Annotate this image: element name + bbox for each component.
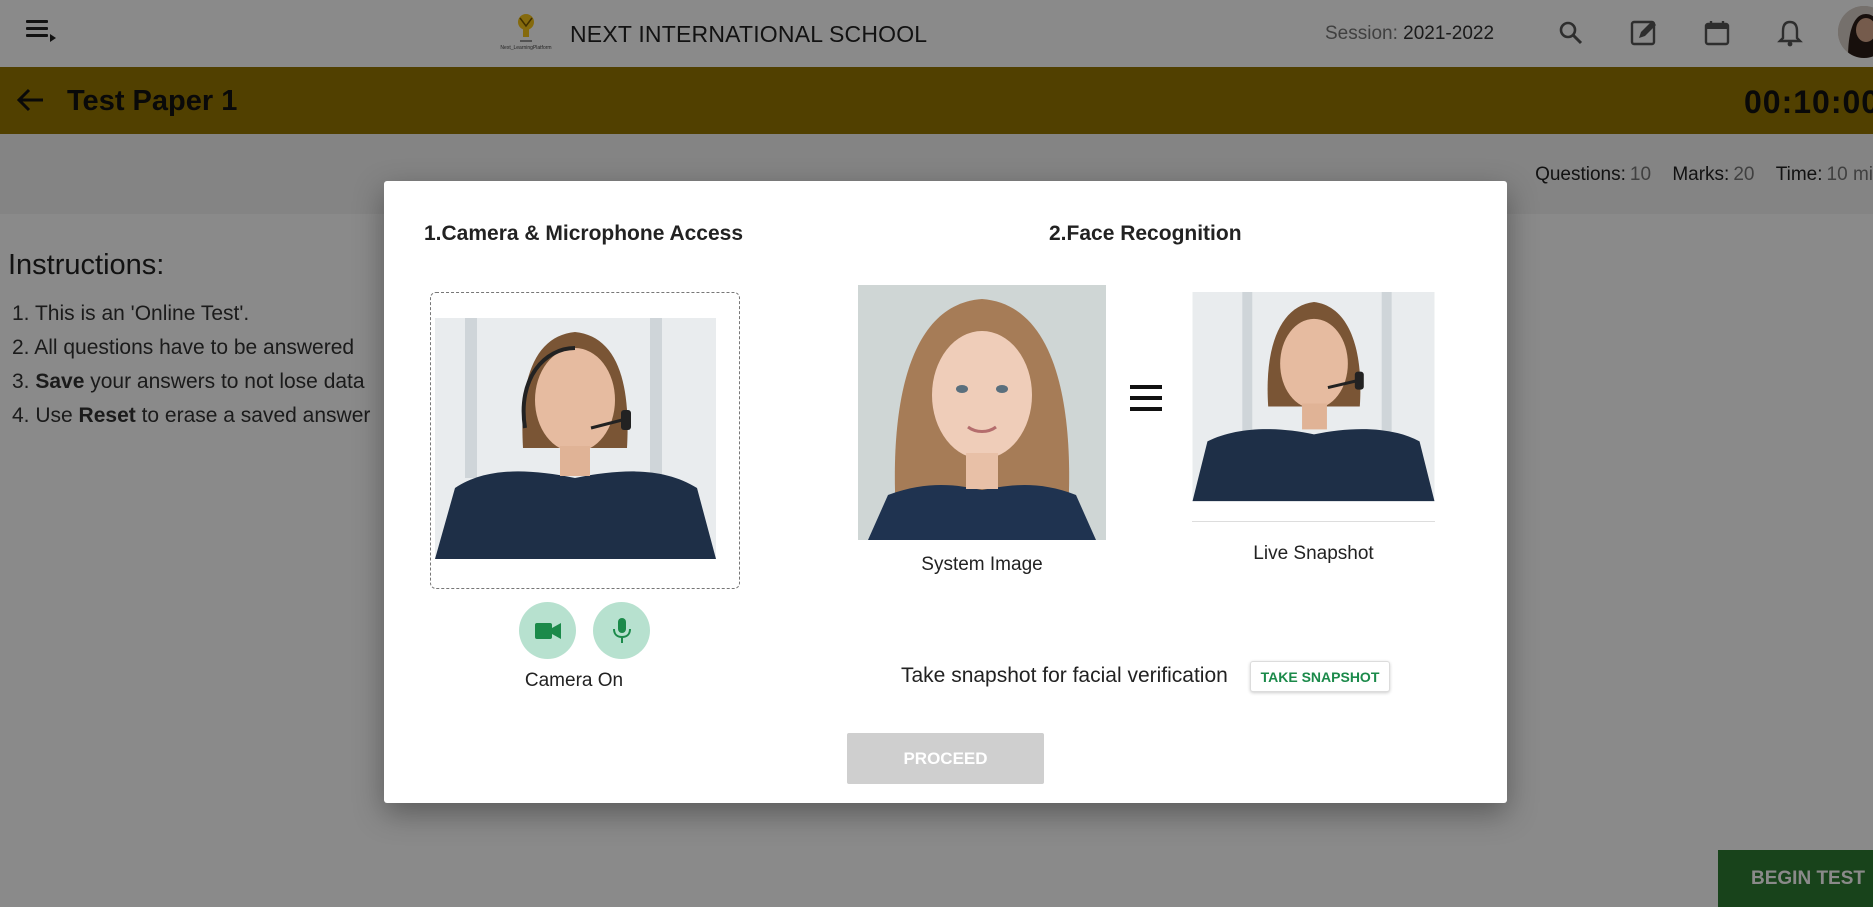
system-image <box>858 285 1106 540</box>
microphone-icon <box>612 617 631 643</box>
equivalence-icon <box>1130 385 1162 411</box>
take-snapshot-button[interactable]: TAKE SNAPSHOT <box>1250 661 1390 692</box>
camera-feed <box>435 318 716 559</box>
camera-preview-frame <box>430 292 740 589</box>
live-snapshot-caption: Live Snapshot <box>1253 543 1374 564</box>
snapshot-prompt: Take snapshot for facial verification <box>901 664 1228 687</box>
microphone-toggle-button[interactable] <box>593 602 650 659</box>
system-image-caption: System Image <box>921 554 1043 575</box>
camera-status-caption: Camera On <box>524 670 624 691</box>
camera-toggle-button[interactable] <box>519 602 576 659</box>
verification-dialog: 1.Camera & Microphone Access 2.Face Reco… <box>384 181 1507 803</box>
camera-section-title: 1.Camera & Microphone Access <box>424 222 744 245</box>
video-camera-icon <box>534 622 561 639</box>
proceed-button[interactable]: PROCEED <box>847 733 1044 784</box>
face-recognition-title: 2.Face Recognition <box>1049 222 1242 245</box>
live-snapshot-image <box>1192 292 1435 522</box>
